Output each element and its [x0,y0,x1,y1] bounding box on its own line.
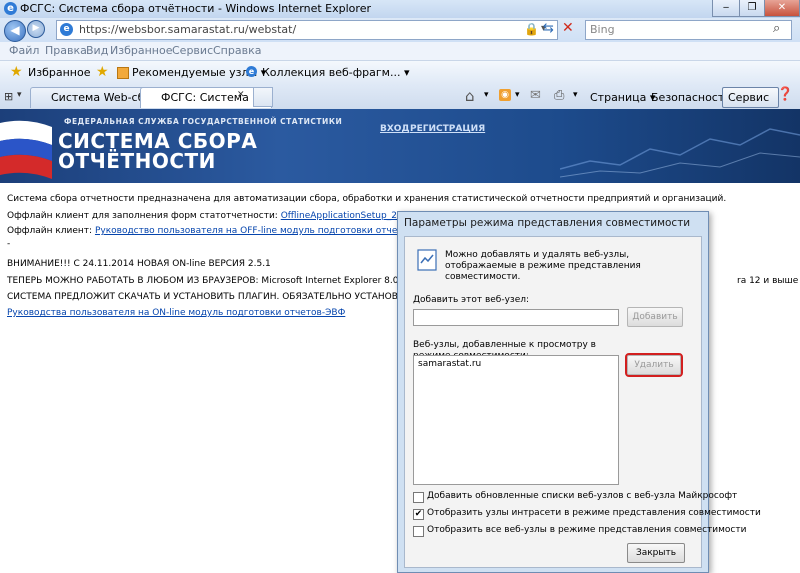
refresh-icon[interactable]: ⇆ [543,21,554,36]
search-icon[interactable]: ⌕ [773,21,780,36]
web-slice-gallery-button[interactable]: Коллекция веб-фрагм... ▾ [262,66,409,79]
banner-graph-decoration [560,128,800,178]
browsers-text: ТЕПЕРЬ МОЖНО РАБОТАТЬ В ЛЮБОМ ИЗ БРАУЗЕР… [7,276,461,286]
search-placeholder: Bing [590,23,615,36]
offline-label: Оффлайн клиент для заполнения форм стато… [7,211,278,221]
quick-tabs-icon[interactable]: ⊞ [4,90,13,103]
home-dropdown-icon[interactable]: ▾ [484,90,489,100]
dialog-title: Параметры режима представления совместим… [404,217,691,229]
print-icon[interactable]: ⎙ [554,88,564,103]
print-dropdown-icon[interactable]: ▾ [573,90,578,100]
offline-line: Оффлайн клиент для заполнения форм стато… [7,211,433,221]
close-window-button[interactable]: ✕ [764,0,800,17]
remove-site-button[interactable]: Удалить [625,353,683,377]
browsers-text-tail: ra 12 и выше [737,276,799,286]
window-title: ФСГС: Система сбора отчётности - Windows… [20,2,371,15]
address-bar[interactable]: e https://websbor.samarastat.ru/webstat/… [56,20,558,40]
favorites-button[interactable]: Избранное [28,66,90,79]
menu-tools[interactable]: Сервис [172,44,213,57]
help-icon[interactable]: ❓ [777,87,793,102]
intro-text: Система сбора отчетности предназначена д… [7,194,727,204]
add-favorite-icon[interactable]: ★ [96,64,109,80]
forward-button[interactable]: ▶ [27,20,45,38]
tab-bar: ⊞ ▾ Система Web-сбор... ФСГС: Система с.… [0,85,800,110]
option-ms-lists-checkbox[interactable] [413,492,424,503]
online-manual-link[interactable]: Руководства пользователя на ON-line моду… [7,308,345,318]
separator-dot: - [7,239,11,249]
tab-websbor[interactable]: Система Web-сбор... [30,87,152,108]
star-icon: ★ [10,64,23,80]
option-all-sites-label: Отобразить все веб-узлы в режиме предста… [427,525,747,535]
site-title-line2: ОТЧЁТНОСТИ [58,149,216,173]
new-tab-button[interactable] [253,87,273,107]
offline-manual-label: Оффлайн клиент: [7,226,93,236]
menu-file[interactable]: Файл [9,44,39,57]
compat-view-icon [417,249,437,271]
option-intranet-checkbox[interactable]: ✔ [413,509,424,520]
ie-logo-icon: e [4,2,17,15]
add-site-button[interactable]: Добавить [627,307,683,327]
rss-dropdown-icon[interactable]: ▾ [515,90,520,100]
mail-icon[interactable]: ✉ [530,88,541,103]
lock-icon[interactable]: 🔒 [524,22,539,36]
list-item[interactable]: samarastat.ru [418,359,481,369]
menu-view[interactable]: Вид [86,44,108,57]
suggested-sites-icon [117,67,129,79]
site-title-line1: СИСТЕМА СБОРА [58,129,258,153]
page-menu[interactable]: Страница ▾ [590,91,655,104]
rss-icon[interactable]: ◉ [499,89,511,101]
close-dialog-button[interactable]: Закрыть [627,543,685,563]
login-link[interactable]: ВХОД [380,124,409,134]
offline-manual-link[interactable]: Руководство пользователя на OFF-line мод… [95,226,437,236]
page-icon: e [60,23,73,36]
add-site-label: Добавить этот веб-узел: [413,295,530,305]
home-icon[interactable]: ⌂ [465,87,475,105]
window-titlebar: e ФСГС: Система сбора отчётности - Windo… [0,0,800,19]
close-tab-icon[interactable]: ✕ [237,90,245,100]
compat-view-dialog: Параметры режима представления совместим… [397,211,761,573]
stop-icon[interactable]: ✕ [562,20,574,36]
plugin-text: СИСТЕМА ПРЕДЛОЖИТ СКАЧАТЬ И УСТАНОВИТЬ П… [7,292,416,302]
tools-menu[interactable]: Сервис ▾ [722,87,779,123]
org-name: ФЕДЕРАЛЬНАЯ СЛУЖБА ГОСУДАРСТВЕННОЙ СТАТИ… [64,117,343,126]
search-input[interactable]: Bing ⌕ [585,20,792,40]
site-title: СИСТЕМА СБОРА ОТЧЁТНОСТИ [58,131,257,171]
option-all-sites-checkbox[interactable] [413,526,424,537]
notice-text: ВНИМАНИЕ!!! С 24.11.2014 НОВАЯ ON-line В… [7,259,271,269]
web-slice-icon: e [246,66,257,77]
menu-favorites[interactable]: Избранное [110,44,172,57]
favorites-bar: ★ Избранное ★ Рекомендуемые узлы ▾ e Кол… [0,61,800,86]
menu-edit[interactable]: Правка [45,44,87,57]
back-button[interactable]: ◀ [4,20,26,42]
url-text: https://websbor.samarastat.ru/webstat/ [79,23,297,36]
site-banner: ФЕДЕРАЛЬНАЯ СЛУЖБА ГОСУДАРСТВЕННОЙ СТАТИ… [0,109,800,183]
add-site-input[interactable] [413,309,619,326]
menu-help[interactable]: Справка [213,44,261,57]
russian-flag-icon [0,120,52,179]
menu-bar: Файл Правка Вид Избранное Сервис Справка [0,42,800,61]
minimize-button[interactable]: ‒ [712,0,740,17]
maximize-button[interactable]: ❐ [739,0,765,17]
sites-list[interactable]: samarastat.ru [413,355,619,485]
dialog-description: Можно добавлять и удалять веб-узлы, отоб… [445,250,641,282]
offline-manual-line: Оффлайн клиент: Руководство пользователя… [7,226,437,236]
register-link[interactable]: РЕГИСТРАЦИЯ [410,124,485,134]
tab-list-icon[interactable]: ▾ [17,90,22,100]
dialog-body: Можно добавлять и удалять веб-узлы, отоб… [404,236,761,568]
option-intranet-label: Отобразить узлы интрасети в режиме предс… [427,508,761,518]
option-ms-lists-label: Добавить обновленные списки веб-узлов с … [427,491,738,501]
